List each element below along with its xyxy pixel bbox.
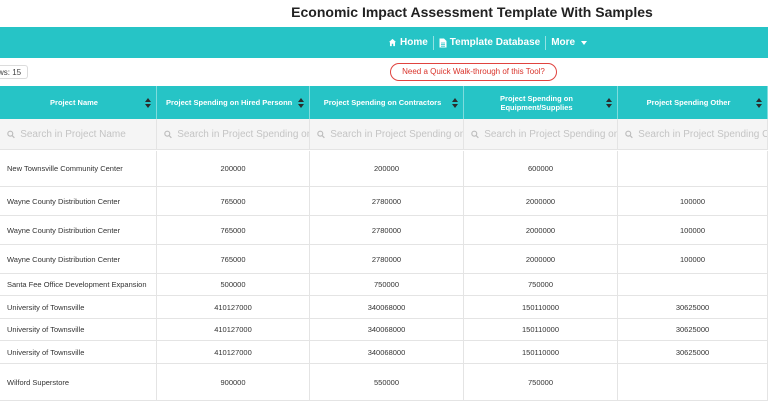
search-cell bbox=[618, 119, 768, 149]
search-contractors-input[interactable] bbox=[330, 128, 463, 140]
table-header-row: Project Name Project Spending on Hired P… bbox=[0, 86, 768, 119]
table-cell: University of Townsville bbox=[0, 296, 157, 318]
sort-icon[interactable] bbox=[145, 97, 151, 108]
table-row[interactable]: University of Townsville 410127000 3400680… bbox=[0, 319, 768, 341]
search-icon bbox=[625, 130, 633, 138]
table-cell: 150110000 bbox=[464, 296, 618, 318]
table-row[interactable]: Wilford Superstore 900000 550000 750000 bbox=[0, 364, 768, 401]
table-cell: 765000 bbox=[157, 216, 310, 244]
table-cell: 500000 bbox=[157, 274, 310, 295]
column-header-hired-personnel[interactable]: Project Spending on Hired Personnel bbox=[157, 86, 310, 119]
table-cell: 30625000 bbox=[618, 341, 768, 363]
search-icon bbox=[7, 130, 15, 138]
table-cell: 30625000 bbox=[618, 319, 768, 340]
data-grid: Project Name Project Spending on Hired P… bbox=[0, 86, 768, 403]
table-cell: Wayne County Distribution Center bbox=[0, 245, 157, 273]
table-cell: 200000 bbox=[157, 151, 310, 186]
search-cell bbox=[310, 119, 464, 149]
table-cell bbox=[618, 364, 768, 400]
column-header-other[interactable]: Project Spending Other bbox=[618, 86, 768, 119]
table-cell: 410127000 bbox=[157, 341, 310, 363]
home-icon bbox=[388, 38, 397, 47]
search-cell bbox=[0, 119, 157, 149]
table-cell: 340068000 bbox=[310, 296, 464, 318]
table-row[interactable]: University of Townsville 410127000 3400680… bbox=[0, 296, 768, 319]
rows-count: ws: 15 bbox=[0, 65, 29, 79]
page-title: Economic Impact Assessment Template With… bbox=[291, 4, 653, 20]
search-icon bbox=[317, 130, 325, 138]
table-cell: 2000000 bbox=[464, 245, 618, 273]
search-other-input[interactable] bbox=[638, 128, 767, 140]
document-icon bbox=[439, 38, 447, 48]
table-row[interactable]: Wayne County Distribution Center 765000 27… bbox=[0, 187, 768, 216]
search-equipment-supplies-input[interactable] bbox=[484, 128, 617, 140]
table-row[interactable]: New Townsville Community Center 200000 200… bbox=[0, 151, 768, 187]
table-cell: 150110000 bbox=[464, 341, 618, 363]
table-cell: 410127000 bbox=[157, 319, 310, 340]
search-cell bbox=[464, 119, 618, 149]
table-cell: 750000 bbox=[310, 274, 464, 295]
table-row[interactable]: Santa Fee Office Development Expansion 50… bbox=[0, 274, 768, 296]
table-cell: 410127000 bbox=[157, 296, 310, 318]
table-cell: 100000 bbox=[618, 187, 768, 215]
nav-template-database-label: Template Database bbox=[449, 37, 541, 48]
table-cell: 750000 bbox=[464, 274, 618, 295]
nav-more-label: More bbox=[551, 37, 576, 48]
table-cell: 600000 bbox=[464, 151, 618, 186]
column-header-equipment-supplies[interactable]: Project Spending on Equipment/Supplies bbox=[464, 86, 618, 119]
table-row[interactable]: Wayne County Distribution Center 765000 27… bbox=[0, 245, 768, 274]
top-navbar: Home Template Database More bbox=[0, 27, 768, 58]
table-cell: 2780000 bbox=[310, 245, 464, 273]
table-row[interactable]: University of Townsville 410127000 3400680… bbox=[0, 341, 768, 364]
table-cell: Santa Fee Office Development Expansion bbox=[0, 274, 157, 295]
table-cell: 900000 bbox=[157, 364, 310, 400]
table-cell: 150110000 bbox=[464, 319, 618, 340]
walkthrough-button[interactable]: Need a Quick Walk-through of this Tool? bbox=[390, 63, 557, 81]
table-cell: 30625000 bbox=[618, 296, 768, 318]
table-cell: 2780000 bbox=[310, 187, 464, 215]
table-search-row bbox=[0, 119, 768, 150]
table-cell: 2780000 bbox=[310, 216, 464, 244]
table-cell: University of Townsville bbox=[0, 319, 157, 340]
search-icon bbox=[164, 130, 172, 138]
table-cell: 340068000 bbox=[310, 319, 464, 340]
table-cell: New Townsville Community Center bbox=[0, 151, 157, 186]
table-cell: 765000 bbox=[157, 187, 310, 215]
search-icon bbox=[471, 130, 479, 138]
table-cell: Wayne County Distribution Center bbox=[0, 187, 157, 215]
table-cell: Wilford Superstore bbox=[0, 364, 157, 400]
search-project-name-input[interactable] bbox=[20, 128, 156, 140]
table-cell: University of Townsville bbox=[0, 341, 157, 363]
sort-icon[interactable] bbox=[298, 97, 304, 108]
table-row[interactable]: Wayne County Distribution Center 765000 27… bbox=[0, 216, 768, 245]
table-cell: 765000 bbox=[157, 245, 310, 273]
nav-home-label: Home bbox=[400, 37, 428, 48]
search-hired-personnel-input[interactable] bbox=[177, 128, 309, 140]
nav-template-database-link[interactable]: Template Database bbox=[434, 35, 545, 50]
table-cell: 2000000 bbox=[464, 187, 618, 215]
nav-home-link[interactable]: Home bbox=[383, 35, 433, 50]
table-cell bbox=[618, 274, 768, 295]
sort-icon[interactable] bbox=[756, 97, 762, 108]
nav-more-dropdown[interactable]: More bbox=[546, 35, 592, 50]
table-cell: 2000000 bbox=[464, 216, 618, 244]
table-cell bbox=[618, 151, 768, 186]
sort-icon[interactable] bbox=[452, 97, 458, 108]
table-cell: 340068000 bbox=[310, 341, 464, 363]
table-cell: 750000 bbox=[464, 364, 618, 400]
table-cell: 550000 bbox=[310, 364, 464, 400]
column-header-project-name[interactable]: Project Name bbox=[0, 86, 157, 119]
search-cell bbox=[157, 119, 310, 149]
main-nav: Home Template Database More bbox=[383, 27, 592, 58]
table-cell: 100000 bbox=[618, 245, 768, 273]
table-cell: 100000 bbox=[618, 216, 768, 244]
chevron-down-icon bbox=[581, 40, 588, 45]
sort-icon[interactable] bbox=[606, 97, 612, 108]
table-cell: Wayne County Distribution Center bbox=[0, 216, 157, 244]
column-header-contractors[interactable]: Project Spending on Contractors bbox=[310, 86, 464, 119]
table-cell: 200000 bbox=[310, 151, 464, 186]
